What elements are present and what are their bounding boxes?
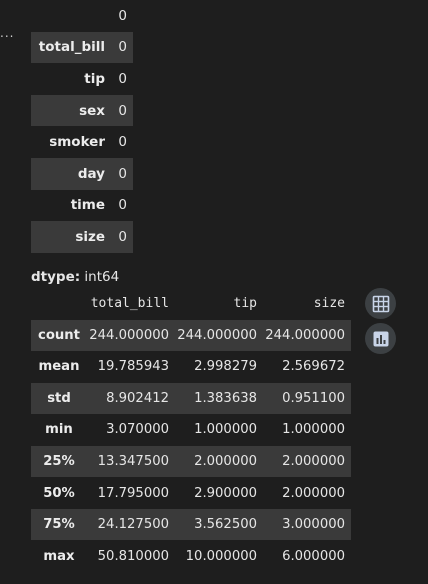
cell-value: 2.000000 xyxy=(175,445,263,478)
table-row: size 0 xyxy=(31,221,133,253)
table-row: 50% 17.795000 2.900000 2.000000 xyxy=(31,477,351,509)
cell-value: 244.000000 xyxy=(175,319,263,352)
table-row: total_bill 0 xyxy=(31,31,133,64)
dtype-value: int64 xyxy=(80,269,120,285)
table-row: smoker 0 xyxy=(31,126,133,158)
row-label: 50% xyxy=(43,485,75,501)
cell-value: 3.000000 xyxy=(263,508,351,541)
cell-value: 3.562500 xyxy=(175,508,263,541)
table-row: tip 0 xyxy=(31,63,133,95)
row-label: 25% xyxy=(31,445,87,478)
cell-menu-ellipsis[interactable]: ... xyxy=(0,26,14,40)
cell-value: 1.000000 xyxy=(282,422,345,438)
row-label: day xyxy=(31,157,109,190)
describe-table: total_bill tip size count 244.000000 244… xyxy=(31,288,351,572)
dtype-line: dtype: int64 xyxy=(31,269,119,285)
cell-value: 2.000000 xyxy=(282,485,345,501)
table-icon xyxy=(372,295,389,312)
cell-value: 50.810000 xyxy=(97,548,169,564)
cell-value: 17.795000 xyxy=(97,485,169,501)
cell-value: 0 xyxy=(118,70,127,87)
row-label: time xyxy=(70,197,105,214)
table-row: sex 0 xyxy=(31,94,133,127)
table-row: 25% 13.347500 2.000000 2.000000 xyxy=(31,445,351,478)
cell-value: 0 xyxy=(109,221,133,253)
null-counts-table: 0 total_bill 0 tip 0 sex 0 smoker 0 day xyxy=(31,0,133,253)
cell-value: 0 xyxy=(109,94,133,127)
convert-to-table-button[interactable] xyxy=(365,288,396,319)
row-label: sex xyxy=(31,94,109,127)
row-label: max xyxy=(43,548,75,564)
chart-icon xyxy=(373,331,388,346)
cell-value: 244.000000 xyxy=(263,319,351,352)
row-label: total_bill xyxy=(31,31,109,64)
cell-value: 0.951100 xyxy=(263,382,351,415)
cell-value: 0 xyxy=(118,134,127,151)
cell-value: 1.383638 xyxy=(175,382,263,415)
notebook-output: ... 0 total_bill 0 tip 0 sex 0 smoker 0 … xyxy=(0,0,428,584)
table-row: std 8.902412 1.383638 0.951100 xyxy=(31,382,351,415)
cell-value: 2.900000 xyxy=(194,485,257,501)
row-label: size xyxy=(31,221,109,253)
table-row: time 0 xyxy=(31,190,133,222)
cell-value: 8.902412 xyxy=(87,382,175,415)
row-label: min xyxy=(45,422,73,438)
cell-value: 0 xyxy=(109,157,133,190)
table-row: 75% 24.127500 3.562500 3.000000 xyxy=(31,508,351,541)
row-label: std xyxy=(31,382,87,415)
row-label: count xyxy=(31,319,87,352)
row-label: smoker xyxy=(49,134,105,151)
row-label: 75% xyxy=(31,508,87,541)
table-row: max 50.810000 10.000000 6.000000 xyxy=(31,540,351,572)
table-row: day 0 xyxy=(31,157,133,190)
cell-value: 3.070000 xyxy=(106,422,169,438)
column-header: tip xyxy=(233,296,257,312)
row-label: mean xyxy=(38,359,80,375)
cell-value: 1.000000 xyxy=(194,422,257,438)
cell-value: 13.347500 xyxy=(87,445,175,478)
cell-value: 2.569672 xyxy=(282,359,345,375)
table-row: count 244.000000 244.000000 244.000000 xyxy=(31,319,351,352)
table-row: mean 19.785943 2.998279 2.569672 xyxy=(31,351,351,383)
cell-value: 10.000000 xyxy=(185,548,257,564)
cell-value: 19.785943 xyxy=(97,359,169,375)
column-header: 0 xyxy=(118,7,127,24)
cell-value: 244.000000 xyxy=(87,319,175,352)
dtype-label: dtype: xyxy=(31,269,81,285)
cell-value: 24.127500 xyxy=(87,508,175,541)
table-row: min 3.070000 1.000000 1.000000 xyxy=(31,414,351,446)
cell-value: 2.000000 xyxy=(263,445,351,478)
column-header: size xyxy=(313,296,345,312)
cell-value: 6.000000 xyxy=(282,548,345,564)
row-label: tip xyxy=(84,70,105,87)
cell-value: 0 xyxy=(118,197,127,214)
column-header: total_bill xyxy=(90,296,169,312)
suggest-charts-button[interactable] xyxy=(365,323,396,354)
cell-value: 0 xyxy=(109,31,133,64)
cell-value: 2.998279 xyxy=(194,359,257,375)
